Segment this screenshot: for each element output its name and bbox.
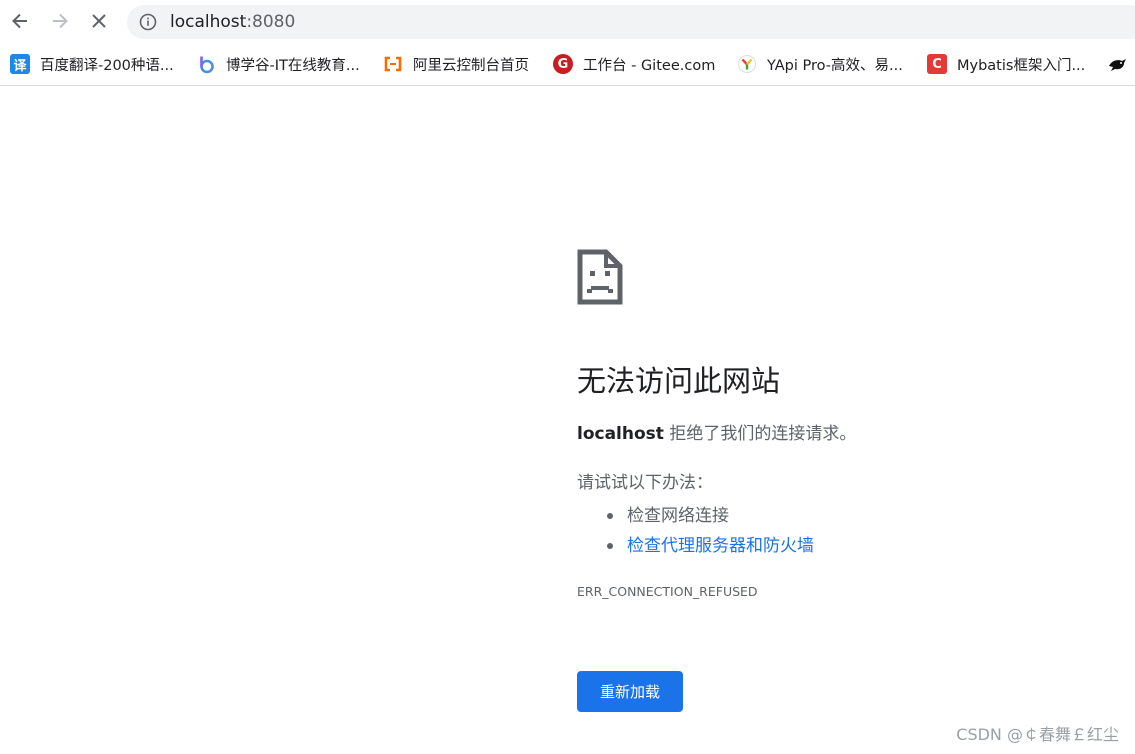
- url-text[interactable]: localhost:8080: [170, 11, 295, 33]
- gitee-icon: G: [553, 54, 573, 74]
- csdn-icon: C: [927, 54, 947, 74]
- bookmark-aliyun[interactable]: 阿里云控制台首页: [383, 53, 529, 75]
- baidu-translate-icon: 译: [10, 54, 30, 74]
- bird-icon: [1107, 54, 1127, 74]
- aliyun-icon: [383, 54, 403, 74]
- bookmark-label: Mybatis框架入门...: [957, 57, 1086, 74]
- bookmark-label: 工作台 - Gitee.com: [583, 57, 716, 74]
- forward-button[interactable]: [46, 7, 74, 35]
- address-bar[interactable]: localhost:8080: [127, 5, 1135, 39]
- suggestions-heading: 请试试以下办法：: [577, 473, 713, 493]
- sad-document-icon: [577, 249, 623, 305]
- bookmark-boxuegu[interactable]: 博学谷-IT在线教育...: [196, 53, 360, 75]
- info-icon[interactable]: [139, 13, 157, 31]
- arrow-left-icon: [12, 13, 27, 29]
- bookmark-label: 百度翻译-200种语...: [40, 57, 174, 74]
- url-port: :8080: [246, 12, 296, 32]
- yapi-icon: [737, 54, 757, 74]
- bookmark-mybatis[interactable]: C Mybatis框架入门...: [927, 53, 1085, 75]
- reload-button[interactable]: 重新加载: [577, 671, 683, 712]
- suggestion-check-network: 检查网络连接: [577, 501, 814, 531]
- back-button[interactable]: [6, 7, 34, 35]
- bookmark-gitee[interactable]: G 工作台 - Gitee.com: [553, 53, 715, 75]
- error-title: 无法访问此网站: [577, 364, 781, 398]
- bookmark-yapi[interactable]: YApi Pro-高效、易...: [737, 53, 903, 75]
- bookmark-bird[interactable]: [1107, 53, 1127, 75]
- error-host: localhost: [577, 424, 664, 444]
- error-description: localhost 拒绝了我们的连接请求。: [577, 422, 856, 446]
- close-icon: [92, 14, 106, 28]
- stop-loading-button[interactable]: [85, 7, 113, 35]
- url-host: localhost: [170, 12, 247, 32]
- browser-toolbar: localhost:8080: [0, 0, 1135, 44]
- suggestion-check-proxy-link[interactable]: 检查代理服务器和防火墙: [577, 531, 814, 561]
- bookmark-baidu-translate[interactable]: 译 百度翻译-200种语...: [10, 53, 174, 75]
- suggestions-list: 检查网络连接 检查代理服务器和防火墙: [577, 501, 814, 561]
- boxuegu-icon: [196, 54, 216, 74]
- arrow-right-icon: [53, 13, 68, 29]
- bookmarks-bar: 译 百度翻译-200种语... 博学谷-IT在线教育... 阿里云控制台首页 G…: [0, 44, 1135, 86]
- error-message: 拒绝了我们的连接请求。: [663, 424, 857, 444]
- bookmark-label: 阿里云控制台首页: [413, 57, 529, 74]
- csdn-watermark: CSDN @￠春舞￡红尘: [956, 725, 1119, 744]
- error-code: ERR_CONNECTION_REFUSED: [577, 584, 758, 599]
- bookmark-label: YApi Pro-高效、易...: [767, 57, 903, 74]
- bookmark-label: 博学谷-IT在线教育...: [226, 57, 360, 74]
